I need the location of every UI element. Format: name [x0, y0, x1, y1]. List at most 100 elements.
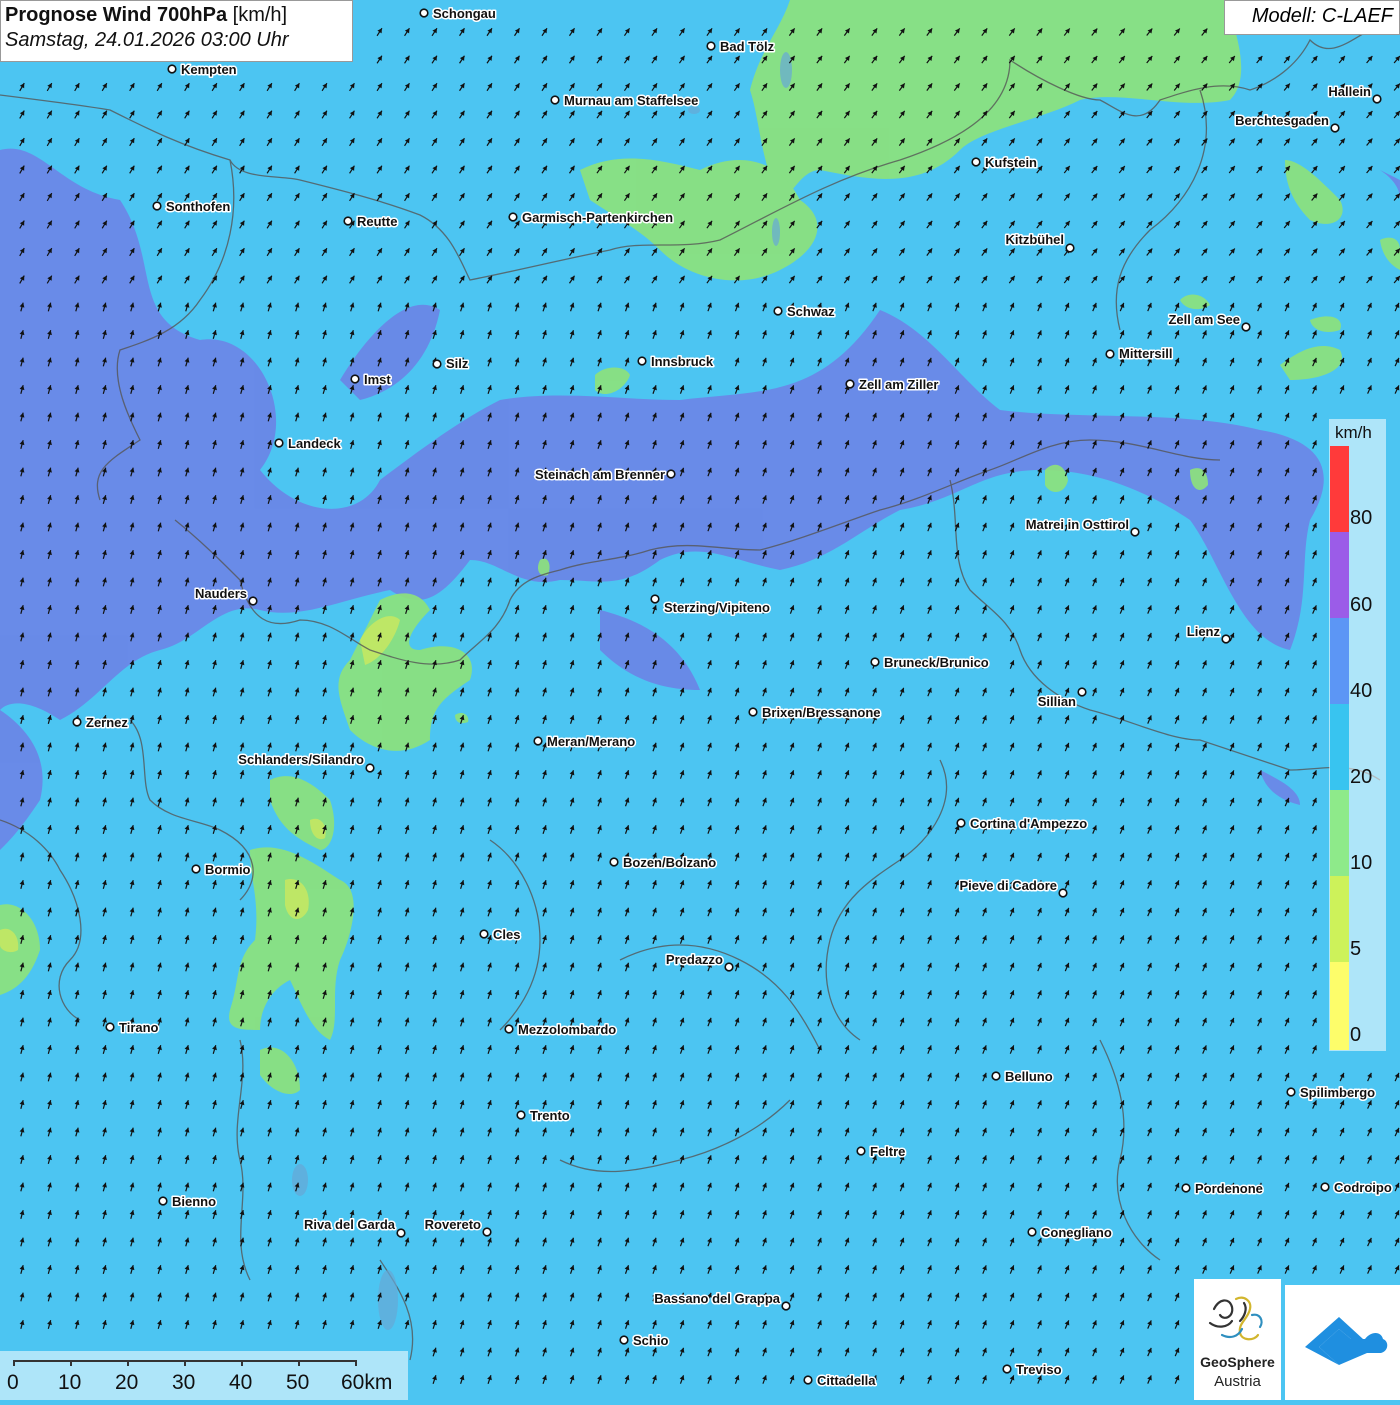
model-label: Modell: C-LAEF — [1224, 0, 1400, 35]
city-label: Nauders — [195, 586, 247, 601]
city-dot — [619, 1335, 629, 1345]
city-label: Silz — [446, 356, 469, 371]
city-label: Trento — [530, 1108, 570, 1123]
city-dot — [432, 359, 442, 369]
city-dot — [533, 736, 543, 746]
city-dot — [1130, 527, 1140, 537]
city-dot — [508, 212, 518, 222]
scale-tick — [184, 1360, 186, 1366]
city-dot — [845, 379, 855, 389]
city-label: Pordenone — [1195, 1181, 1263, 1196]
city-dot — [396, 1228, 406, 1238]
city-dot — [650, 594, 660, 604]
city-label: Zell am Ziller — [859, 377, 938, 392]
scale-tick — [298, 1360, 300, 1366]
city-label: Riva del Garda — [304, 1217, 396, 1232]
scale-tick — [70, 1360, 72, 1366]
scale-tick — [13, 1360, 15, 1366]
city-dot — [248, 596, 258, 606]
map-title: Prognose Wind 700hPa [km/h] — [5, 4, 348, 27]
scale-bar: 0 10 20 30 40 50 60km — [0, 1351, 408, 1400]
city-label: Schongau — [433, 6, 496, 21]
city-label: Brixen/Bressanone — [762, 705, 881, 720]
city-dot — [1241, 322, 1251, 332]
city-label: Conegliano — [1041, 1225, 1112, 1240]
legend-swatch-5-10 — [1330, 876, 1349, 962]
city-dot — [637, 356, 647, 366]
title-main: Prognose Wind 700hPa — [5, 4, 228, 26]
city-label: Steinach am Brenner — [535, 467, 665, 482]
city-label: Berchtesgaden — [1235, 113, 1329, 128]
scale-tick — [355, 1360, 357, 1366]
city-label: Sterzing/Vipiteno — [664, 600, 770, 615]
city-label: Kufstein — [985, 155, 1037, 170]
city-dot — [343, 216, 353, 226]
city-label: Lienz — [1187, 624, 1221, 639]
mountain-cloud-icon — [1305, 1317, 1388, 1365]
city-label: Feltre — [870, 1144, 905, 1159]
city-dot — [479, 929, 489, 939]
city-label: Treviso — [1016, 1362, 1062, 1377]
city-label: Meran/Merano — [547, 734, 635, 749]
city-label: Schwaz — [787, 304, 835, 319]
legend-tick-0: 0 — [1350, 1024, 1362, 1046]
city-label: Murnau am Staffelsee — [564, 93, 698, 108]
city-label: Kempten — [181, 62, 237, 77]
legend-tick-40: 40 — [1350, 680, 1373, 702]
geosphere-sub: Austria — [1214, 1373, 1261, 1390]
city-label: Bienno — [172, 1194, 216, 1209]
geosphere-name: GeoSphere — [1200, 1354, 1275, 1370]
city-dot — [1058, 888, 1068, 898]
legend-tick-60: 60 — [1350, 594, 1373, 616]
city-label: Mezzolombardo — [518, 1022, 616, 1037]
title-unit: [km/h] — [232, 4, 288, 26]
city-label: Schio — [633, 1333, 668, 1348]
city-dot — [870, 657, 880, 667]
city-dot — [1065, 243, 1075, 253]
scale-tick — [241, 1360, 243, 1366]
city-label: Mittersill — [1119, 346, 1172, 361]
forecast-datetime: Samstag, 24.01.2026 03:00 Uhr — [5, 29, 289, 51]
legend-swatch-0-5 — [1330, 962, 1349, 1050]
city-dot — [158, 1196, 168, 1206]
city-dot — [724, 962, 734, 972]
legend-swatch-20-40 — [1330, 704, 1349, 790]
city-dot — [991, 1071, 1001, 1081]
city-dot — [666, 469, 676, 479]
title-box: Prognose Wind 700hPa [km/h] Samstag, 24.… — [0, 0, 353, 62]
app-logo[interactable] — [1285, 1285, 1400, 1400]
scale-label-10: 10 — [58, 1371, 82, 1394]
scale-label-40: 40 — [229, 1371, 253, 1394]
city-label: Cles — [493, 927, 520, 942]
legend-swatch-40-60 — [1330, 618, 1349, 704]
legend-tick-5: 5 — [1350, 938, 1362, 960]
city-dot — [1320, 1182, 1330, 1192]
city-dot — [956, 818, 966, 828]
scale-label-50: 50 — [286, 1371, 310, 1394]
city-label: Codroipo — [1334, 1180, 1392, 1195]
city-dot — [1372, 94, 1382, 104]
city-dot — [516, 1110, 526, 1120]
city-label: Zernez — [86, 715, 128, 730]
city-dot — [419, 8, 429, 18]
city-dot — [803, 1375, 813, 1385]
legend-tick-10: 10 — [1350, 852, 1373, 874]
city-dot — [748, 707, 758, 717]
geosphere-logo[interactable]: GeoSphere Austria — [1194, 1279, 1281, 1400]
city-label: Cittadella — [817, 1373, 876, 1388]
city-label: Landeck — [288, 436, 342, 451]
city-label: Bozen/Bolzano — [623, 855, 716, 870]
city-dot — [274, 438, 284, 448]
city-label: Tirano — [119, 1020, 159, 1035]
legend-swatch-above-80 — [1330, 446, 1349, 532]
city-label: Innsbruck — [651, 354, 714, 369]
scale-label-20: 20 — [115, 1371, 139, 1394]
city-label: Schlanders/Silandro — [238, 752, 364, 767]
city-label: Bassano del Grappa — [654, 1291, 780, 1306]
city-label: Spilimbergo — [1300, 1085, 1375, 1100]
geosphere-emblem-icon — [1208, 1296, 1263, 1341]
city-label: Rovereto — [425, 1217, 481, 1232]
scale-label-0: 0 — [7, 1371, 19, 1394]
legend-unit: km/h — [1335, 423, 1372, 442]
city-dot — [482, 1227, 492, 1237]
